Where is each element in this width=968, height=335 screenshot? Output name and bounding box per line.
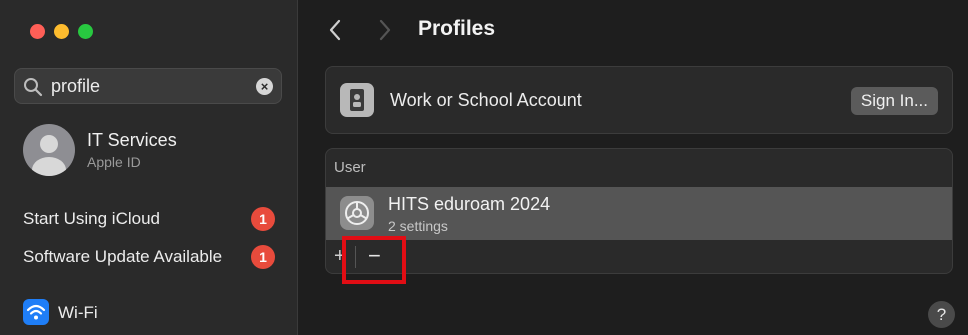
sidebar-item-software-update[interactable]: Software Update Available 1 [23,243,281,271]
profiles-list: User HITS eduroam 2024 2 settings + − [325,148,953,274]
sidebar-item-label: Software Update Available [23,247,223,266]
chevron-right-icon[interactable] [378,18,392,47]
profile-subtitle: 2 settings [388,218,448,234]
sidebar-item-icloud[interactable]: Start Using iCloud 1 [23,205,281,233]
sign-in-button[interactable]: Sign In... [850,87,938,115]
minimize-window-button[interactable] [54,24,69,39]
list-toolbar: + − [326,240,952,273]
profile-name: HITS eduroam 2024 [388,194,551,214]
sidebar-item-label: Start Using iCloud [23,209,161,228]
window-controls [30,24,93,39]
account-row[interactable]: IT Services Apple ID [23,124,283,176]
search-input[interactable] [51,75,251,97]
section-header: User [334,159,366,176]
account-subtitle: Apple ID [87,154,141,170]
account-name: IT Services [87,130,177,150]
wifi-icon [23,299,49,325]
sidebar-item-label: Wi-Fi [58,303,98,322]
page-title: Profiles [418,17,496,40]
clear-icon[interactable]: × [256,78,273,95]
gear-icon [340,196,374,230]
sidebar: × IT Services Apple ID Start Using iClou… [0,0,298,335]
highlight-box [342,236,406,284]
avatar-icon [23,124,75,176]
work-account-card: Work or School Account Sign In... [325,66,953,134]
main-pane: Profiles Work or School Account Sign In.… [298,0,968,335]
zoom-window-button[interactable] [78,24,93,39]
notification-badge: 1 [251,245,275,269]
sidebar-item-wifi[interactable]: Wi-Fi [23,299,223,327]
notification-badge: 1 [251,207,275,231]
close-window-button[interactable] [30,24,45,39]
search-icon [23,77,43,102]
search-field[interactable]: × [14,68,282,104]
work-account-label: Work or School Account [390,90,582,110]
help-button[interactable]: ? [928,301,955,328]
id-badge-icon [340,83,374,117]
chevron-left-icon[interactable] [328,18,342,47]
list-item[interactable]: HITS eduroam 2024 2 settings [326,187,952,240]
